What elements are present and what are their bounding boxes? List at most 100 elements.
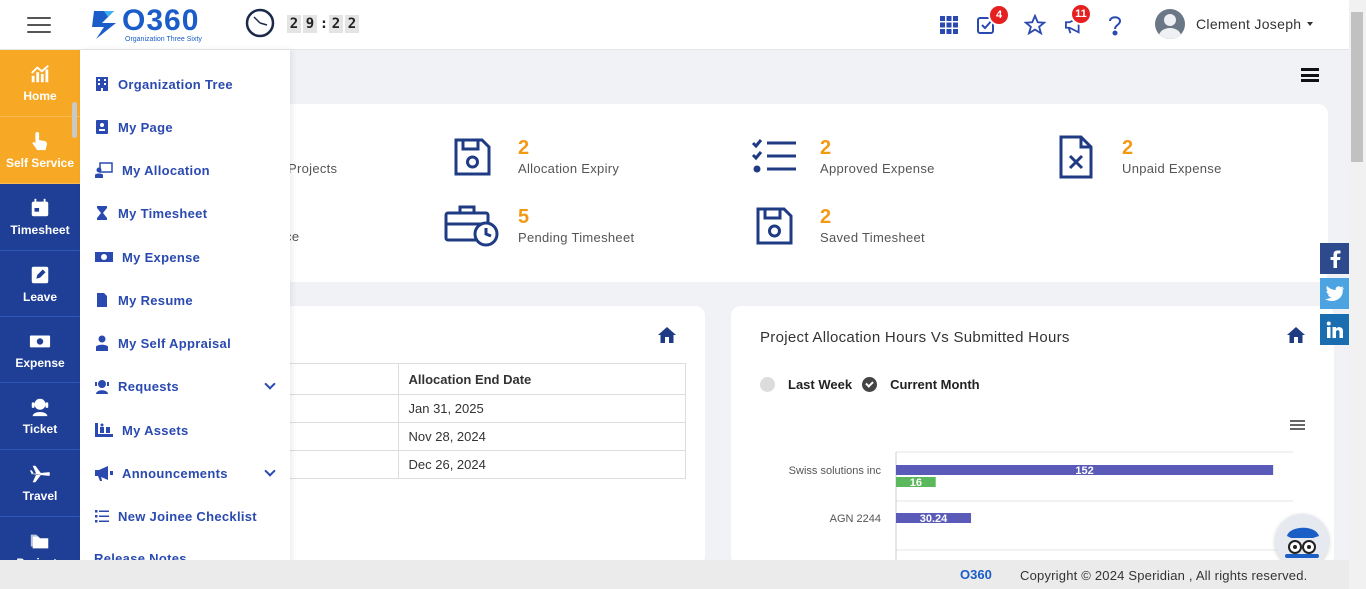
table-cell: Nov 28, 2024 — [397, 422, 686, 451]
submenu-label: My Expense — [122, 249, 201, 265]
nav-item-label: Expense — [15, 355, 65, 370]
timer-digit: 2 — [287, 15, 301, 33]
submenu-label: My Allocation — [122, 162, 210, 178]
submenu-my-self-appraisal[interactable]: My Self Appraisal — [94, 335, 274, 351]
nav-item-timesheet[interactable]: Timesheet — [0, 184, 80, 251]
submenu-my-assets[interactable]: My Assets — [94, 422, 274, 438]
footer-logo: O360 — [960, 567, 992, 582]
scrollbar-thumb[interactable] — [1351, 12, 1363, 162]
star-icon[interactable] — [1022, 12, 1048, 38]
stat-label: Approved Expense — [820, 161, 935, 176]
radio-label: Last Week — [788, 377, 853, 392]
timer-digit: 2 — [345, 15, 359, 33]
facebook-icon[interactable] — [1320, 243, 1349, 274]
apps-grid-icon[interactable] — [936, 12, 962, 38]
chevron-down-icon — [264, 465, 276, 477]
submenu-my-page[interactable]: My Page — [94, 119, 274, 135]
table-header-cell: Allocation End Date — [397, 363, 686, 395]
user-tie-icon — [96, 335, 108, 351]
submenu-organization-tree[interactable]: Organization Tree — [94, 76, 274, 92]
save-icon — [756, 207, 793, 245]
headset-icon — [95, 380, 109, 394]
briefcase-clock-icon — [444, 205, 499, 247]
table-row: Nov 28, 2024 — [290, 422, 686, 451]
allocation-chart: Swiss solutions inc AGN 2244 152 30.24 16 — [789, 451, 1293, 560]
table-header-row: Allocation End Date — [290, 363, 686, 395]
tasks-badge: 4 — [988, 4, 1010, 26]
submenu-requests[interactable]: Requests — [94, 378, 276, 394]
submenu-label: Announcements — [122, 465, 228, 481]
stat-label: Pending Timesheet — [518, 230, 635, 245]
nav-item-ticket[interactable]: Ticket — [0, 383, 80, 450]
user-menu[interactable]: Clement Joseph — [1155, 9, 1314, 39]
radio-current-month[interactable] — [862, 377, 878, 392]
chevron-down-icon — [264, 378, 276, 390]
chart-category-label: Swiss solutions inc — [789, 465, 882, 477]
table-cell: Jan 31, 2025 — [397, 394, 686, 423]
nav-item-label: Leave — [22, 289, 58, 304]
submenu-my-allocation[interactable]: My Allocation — [94, 162, 274, 178]
stat-allocation-expiry[interactable]: 2 Allocation Expiry — [444, 132, 619, 182]
nav-item-travel[interactable]: Travel — [0, 450, 80, 517]
user-name: Clement Joseph — [1196, 16, 1302, 32]
radio-last-week[interactable] — [760, 377, 775, 392]
allocation-table: Allocation End Date Jan 31, 2025 Nov 28,… — [290, 363, 686, 479]
submenu-label: Requests — [118, 378, 179, 394]
submenu-my-expense[interactable]: My Expense — [94, 249, 274, 265]
nav-item-leave[interactable]: Leave — [0, 251, 80, 317]
chart-category-label: AGN 2244 — [830, 513, 881, 525]
nav-scrollbar[interactable] — [72, 102, 77, 138]
stat-number: 2 — [518, 137, 530, 159]
stat-label: Saved Timesheet — [820, 230, 925, 245]
submenu-new-joinee-checklist[interactable]: New Joinee Checklist — [94, 508, 274, 524]
footer-copyright: Copyright © 2024 Speridian , All rights … — [1020, 568, 1308, 583]
plane-icon — [29, 465, 50, 483]
stat-number: 2 — [1122, 137, 1134, 159]
presentation-icon — [95, 162, 113, 178]
o360-logo[interactable]: O360 Organization Three Sixty — [90, 6, 202, 43]
nav-item-self-service[interactable]: Self Service — [0, 117, 80, 184]
nav-item-home[interactable]: Home — [0, 50, 80, 117]
hamburger-menu-icon[interactable] — [27, 17, 51, 33]
submenu-announcements[interactable]: Announcements — [94, 465, 276, 481]
submenu-my-timesheet[interactable]: My Timesheet — [94, 205, 274, 221]
submenu-my-resume[interactable]: My Resume — [94, 292, 274, 308]
calendar-icon — [31, 198, 49, 217]
page-scrollbar[interactable] — [1349, 0, 1366, 589]
linkedin-icon[interactable] — [1320, 314, 1349, 345]
chevron-down-icon — [1307, 22, 1314, 26]
clock-icon — [245, 8, 275, 38]
money-icon — [29, 335, 51, 347]
hand-pointer-icon — [32, 131, 47, 151]
page-menu-icon[interactable] — [1301, 68, 1319, 82]
self-service-submenu: Organization Tree My Page My Allocation … — [80, 50, 290, 589]
logo-mark — [90, 7, 120, 41]
stat-saved-timesheet[interactable]: 2 Saved Timesheet — [746, 201, 925, 251]
submenu-label: New Joinee Checklist — [118, 508, 257, 524]
nav-item-label: Timesheet — [10, 223, 70, 237]
home-icon[interactable] — [657, 326, 677, 344]
twitter-icon[interactable] — [1320, 278, 1349, 309]
hourglass-icon — [97, 206, 107, 220]
nav-item-expense[interactable]: Expense — [0, 317, 80, 383]
headset-icon — [31, 398, 49, 417]
stat-number: 2 — [820, 137, 832, 159]
stats-card: Projects ance 2 Allocation Expiry 2 Appr… — [270, 104, 1328, 282]
chart-menu-icon[interactable] — [1290, 420, 1305, 430]
table-row: Dec 26, 2024 — [290, 450, 686, 479]
stat-unpaid-expense[interactable]: 2 Unpaid Expense — [1048, 132, 1222, 182]
home-icon[interactable] — [1286, 326, 1306, 344]
session-timer: 2 9 : 2 2 — [287, 15, 361, 33]
stat-pending-timesheet[interactable]: 5 Pending Timesheet — [444, 201, 634, 251]
submenu-label: My Timesheet — [118, 205, 208, 221]
table-cell: Dec 26, 2024 — [397, 450, 686, 479]
stat-approved-expense[interactable]: 2 Approved Expense — [746, 132, 935, 182]
timer-separator: : — [319, 16, 329, 32]
checklist-icon — [751, 139, 796, 173]
nav-item-label: Ticket — [22, 422, 58, 436]
id-card-icon — [96, 120, 108, 134]
help-icon[interactable] — [1102, 12, 1128, 38]
avatar — [1155, 9, 1185, 39]
chart-data-label: 30.24 — [920, 513, 948, 525]
table-cell — [290, 422, 399, 451]
